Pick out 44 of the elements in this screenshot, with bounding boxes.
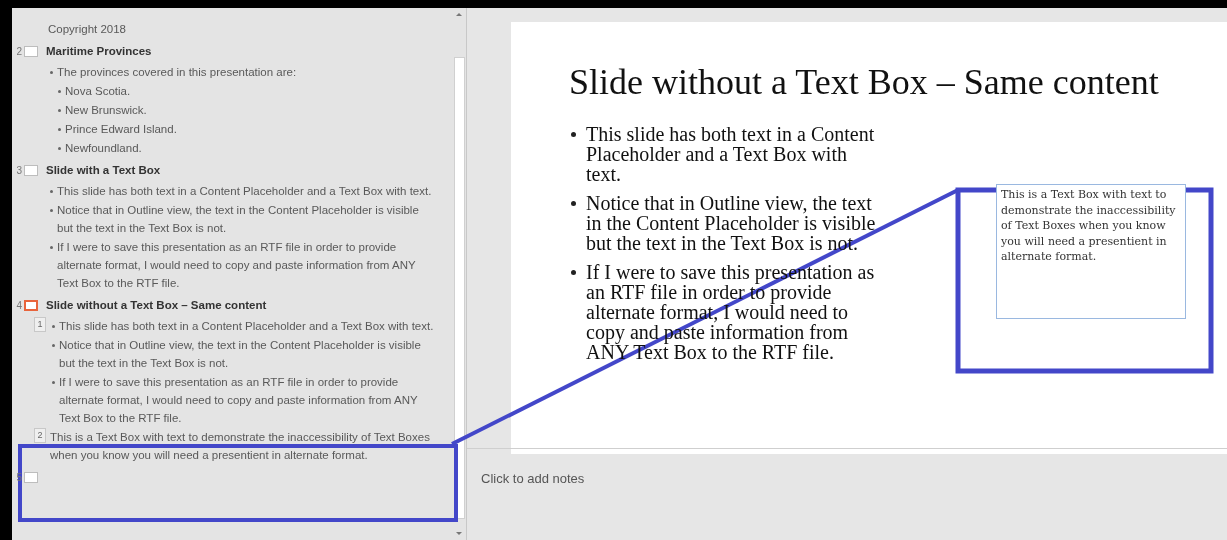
outline-text: Prince Edward Island. (65, 122, 177, 137)
text-box[interactable]: This is a Text Box with text to demonstrate the inaccessibility of Text Boxes when you know you will need a presentient in alternate format. (996, 184, 1186, 319)
slide-title: Slide without a Text Box – Same content (569, 62, 1160, 102)
outline-text: This slide has both text in a Content Placeholder and a Text Box with text. (57, 184, 432, 199)
outline-text: Newfoundland. (65, 141, 142, 156)
slide-icon[interactable] (24, 45, 38, 57)
outline-text: Notice that in Outline view, the text in the Content Placeholder is visible but the text in the Text Box is not. (59, 338, 422, 371)
bullet-icon (50, 209, 53, 212)
outline-text: New Brunswick. (65, 103, 147, 118)
bullet-icon (50, 190, 53, 193)
placeholder-number: 1 (34, 317, 46, 332)
slide-title[interactable]: Slide without a Text Box – Same content (46, 299, 267, 311)
slide-number: 2 (15, 45, 22, 57)
outline-text: This slide has both text in a Content Placeholder and a Text Box with text. (59, 319, 434, 334)
bullet-icon (571, 270, 576, 275)
slide-title[interactable]: Slide with a Text Box (46, 164, 161, 176)
slide-number: 5 (15, 471, 22, 483)
notes-field[interactable]: Click to add notes (467, 448, 1227, 540)
outline-text: Nova Scotia. (65, 84, 131, 99)
bullet-icon (50, 246, 53, 249)
slide-icon[interactable] (24, 164, 38, 176)
outline-text: Notice that in Outline view, the text in the Content Placeholder is visible but the text in the Text Box is not. (57, 203, 420, 236)
slide-icon[interactable] (24, 299, 38, 311)
bullet-icon (52, 344, 55, 347)
bullet-icon (52, 381, 55, 384)
outline-text: This is a Text Box with text to demonstrate the inaccessibility of Text Boxes when you know you will need a presentient in alternate format. (50, 430, 431, 463)
bullet-text: This slide has both text in a Content Placeholder and a Text Box with text. (586, 124, 876, 184)
outline-text: If I were to save this presentation as an RTF file in order to provide alternate format, I would need to copy and paste information from ANY Text Box to the RTF file. (59, 375, 419, 426)
bullet-icon (58, 147, 61, 150)
outline-text: The provinces covered in this presentation are: (57, 65, 297, 80)
outline-text: If I were to save this presentation as an RTF file in order to provide alternate format, I would need to copy and paste information from ANY Text Box to the RTF file. (57, 240, 417, 291)
slide-number: 4 (15, 299, 22, 311)
bullet-icon (50, 71, 53, 74)
bullet-icon (58, 109, 61, 112)
bullet-icon (571, 132, 576, 137)
slide-number: 3 (15, 164, 22, 176)
bullet-icon (58, 90, 61, 93)
placeholder-number: 2 (34, 428, 46, 443)
outline-text: Copyright 2018 (48, 22, 126, 37)
bullet-icon (571, 201, 576, 206)
bullet-icon (52, 325, 55, 328)
slide-title[interactable]: Maritime Provinces (46, 45, 152, 57)
bullet-icon (58, 128, 61, 131)
slide-icon[interactable] (24, 471, 38, 483)
